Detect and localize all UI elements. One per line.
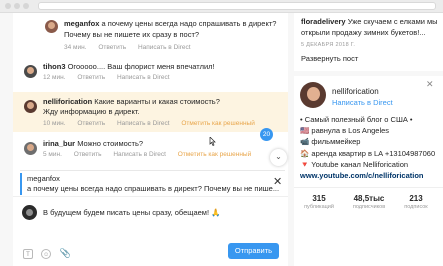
- avatar[interactable]: [45, 20, 58, 33]
- window-maximize-dot[interactable]: [23, 3, 29, 9]
- stat-following[interactable]: 213 подписок: [398, 194, 434, 210]
- comment-body: Какие варианты и какая стоимость?: [94, 97, 220, 106]
- browser-top-bar: [0, 0, 443, 13]
- profile-username[interactable]: nelliforication: [332, 87, 379, 96]
- comment-body: Можно стоимость?: [77, 139, 144, 148]
- pointer-cursor-icon: [209, 137, 216, 146]
- post-text: floradelivery Уже скучаем с елками мы от…: [301, 16, 441, 38]
- compose-area: В будущем будем писать цены сразу, обеща…: [13, 196, 288, 266]
- bio-line: 📹 фильммейкер: [300, 137, 361, 147]
- stat-value: 48,5тыс: [353, 194, 385, 203]
- comment-meta: 34 мин. Ответить Написать в Direct: [64, 44, 201, 51]
- new-comments-badge[interactable]: 20: [260, 128, 273, 141]
- compose-tools: T ☺ 📎: [23, 248, 75, 259]
- screen: meganfox а почему цены всегда надо спраш…: [0, 0, 443, 266]
- comment-item: meganfox а почему цены всегда надо спраш…: [13, 13, 288, 55]
- post-caption: Уже скучаем с елками мы: [347, 17, 438, 26]
- avatar[interactable]: [24, 100, 37, 113]
- direct-link[interactable]: Написать в Direct: [332, 98, 393, 107]
- bio-line: 🏠 аренда квартир в LA +13104987060: [300, 148, 436, 158]
- reply-accent-bar: [20, 173, 22, 195]
- comment-author[interactable]: tihon3: [43, 62, 66, 71]
- window-close-dot[interactable]: [5, 3, 11, 9]
- avatar[interactable]: [300, 82, 326, 108]
- stat-posts: 315 публикаций: [302, 194, 336, 210]
- comment-author[interactable]: irina_bur: [43, 139, 75, 148]
- chevron-down-icon: ⌄: [275, 152, 282, 161]
- comment-item: tihon3 Огооооо.... Ваш флорист меня впеч…: [13, 57, 288, 89]
- direct-button[interactable]: Написать в Direct: [117, 74, 170, 81]
- comment-text: irina_bur Можно стоимость?: [43, 138, 143, 149]
- stat-value: 213: [409, 194, 423, 203]
- comment-author[interactable]: nelliforication: [43, 97, 92, 106]
- window-minimize-dot[interactable]: [14, 3, 20, 9]
- comment-item-highlighted: nelliforication Какие варианты и какая с…: [13, 92, 288, 132]
- post-caption-line2: открыли продажу зимних букетов!...: [301, 28, 426, 37]
- reply-button[interactable]: Ответить: [77, 120, 105, 127]
- direct-button[interactable]: Написать в Direct: [117, 120, 170, 127]
- comment-meta: 10 мин. Ответить Написать в Direct Отмет…: [43, 120, 265, 127]
- reply-to-author: meganfox: [27, 174, 60, 183]
- post-preview: floradelivery Уже скучаем с елками мы от…: [294, 13, 443, 71]
- profile-card: nelliforication Написать в Direct ✕ • Са…: [294, 76, 443, 266]
- avatar: [22, 205, 37, 220]
- avatar[interactable]: [24, 142, 37, 155]
- comment-time: 10 мин.: [43, 120, 66, 127]
- close-icon[interactable]: ✕: [273, 175, 282, 188]
- post-author[interactable]: floradelivery: [301, 17, 346, 26]
- stat-value: 315: [312, 194, 326, 203]
- mark-resolved-button[interactable]: Отметить как решенный: [181, 120, 254, 127]
- profile-stats: 315 публикаций 48,5тыс подписчиков 213 п…: [294, 187, 443, 217]
- reply-button[interactable]: Ответить: [77, 74, 105, 81]
- bio-line: 🇺🇸 равнула в Los Angeles: [300, 126, 390, 136]
- comment-time: 5 мин.: [43, 151, 62, 158]
- direct-button[interactable]: Написать в Direct: [138, 44, 191, 51]
- profile-website-link[interactable]: www.youtube.com/c/nelliforication: [300, 170, 435, 181]
- template-icon[interactable]: T: [23, 249, 33, 259]
- stat-label: подписок: [404, 204, 428, 210]
- avatar[interactable]: [24, 65, 37, 78]
- comment-meta: 5 мин. Ответить Написать в Direct Отмети…: [43, 151, 261, 158]
- close-icon[interactable]: ✕: [426, 79, 434, 90]
- reply-to-preview: meganfox а почему цены всегда надо спраш…: [20, 170, 285, 195]
- stat-followers[interactable]: 48,5тыс подписчиков: [347, 194, 391, 210]
- comment-body-line2: Почему вы не пишете их сразу в пост?: [64, 30, 200, 39]
- send-button[interactable]: Отправить: [228, 243, 279, 259]
- comment-body-line2: Жду информацию в директ.: [43, 107, 140, 116]
- reply-button[interactable]: Ответить: [98, 44, 126, 51]
- post-date: 5 ДЕКАБРЯ 2018 Г.: [301, 42, 356, 48]
- comment-body: Огооооо.... Ваш флорист меня впечатлил!: [67, 62, 215, 71]
- reply-input[interactable]: В будущем будем писать цены сразу, обеща…: [43, 208, 220, 217]
- comment-time: 12 мин.: [43, 74, 66, 81]
- direct-button[interactable]: Написать в Direct: [113, 151, 166, 158]
- bio-line: 🔻 Youtube канал Nelliforication: [300, 159, 409, 169]
- comment-item: irina_bur Можно стоимость? 5 мин. Ответи…: [13, 134, 288, 174]
- bio-line: • Самый полезный блог о США •: [300, 115, 413, 124]
- comment-body: а почему цены всегда надо спрашивать в д…: [101, 19, 277, 28]
- address-bar[interactable]: [38, 2, 436, 10]
- comment-text: tihon3 Огооооо.... Ваш флорист меня впеч…: [43, 61, 215, 72]
- scroll-down-button[interactable]: ⌄: [270, 149, 287, 166]
- comment-meta: 12 мин. Ответить Написать в Direct: [43, 74, 180, 81]
- reply-button[interactable]: Ответить: [74, 151, 102, 158]
- comment-time: 34 мин.: [64, 44, 87, 51]
- expand-post-button[interactable]: Развернуть пост: [301, 54, 358, 63]
- comment-text: meganfox а почему цены всегда надо спраш…: [64, 18, 276, 29]
- reply-to-text: а почему цены всегда надо спрашивать в д…: [27, 184, 280, 193]
- mark-resolved-button[interactable]: Отметить как решенный: [178, 151, 251, 158]
- stat-label: публикаций: [304, 204, 334, 210]
- comment-author[interactable]: meganfox: [64, 19, 99, 28]
- attachment-icon[interactable]: 📎: [59, 248, 70, 258]
- emoji-icon[interactable]: ☺: [41, 249, 52, 259]
- profile-bio: • Самый полезный блог о США • 🇺🇸 равнула…: [300, 114, 435, 181]
- stat-label: подписчиков: [352, 204, 386, 210]
